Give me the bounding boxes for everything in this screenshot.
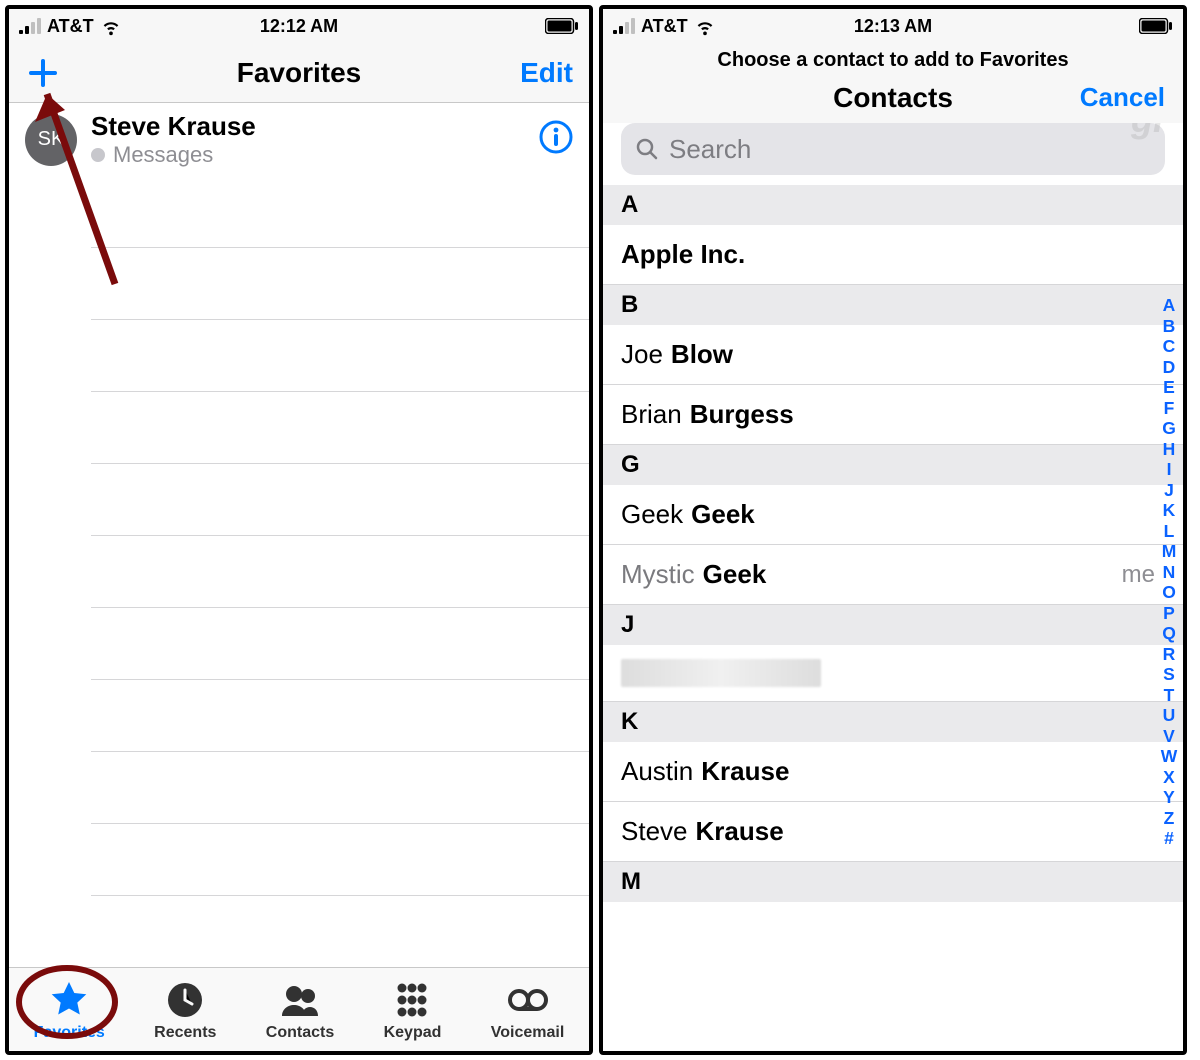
signal-icon <box>19 18 41 34</box>
favorites-list: SK Steve Krause Messages <box>9 103 589 967</box>
search-placeholder: Search <box>669 134 751 165</box>
index-letter[interactable]: Y <box>1163 787 1175 808</box>
tab-recents[interactable]: Recents <box>154 978 216 1042</box>
section-header-b: B <box>603 285 1183 325</box>
index-letter[interactable]: Q <box>1162 623 1176 644</box>
index-letter[interactable]: F <box>1164 398 1175 419</box>
contacts-title: Contacts <box>833 82 953 114</box>
page-title: Favorites <box>237 57 362 89</box>
contact-row[interactable]: SteveKrause <box>603 802 1183 862</box>
keypad-icon <box>390 978 434 1022</box>
phone-contacts-picker: AT&T 12:13 AM Choose a contact to add to… <box>599 5 1187 1055</box>
status-bar: AT&T 12:12 AM <box>9 9 589 43</box>
signal-icon <box>613 18 635 34</box>
contact-subtitle: Messages <box>91 142 525 168</box>
cancel-button[interactable]: Cancel <box>1080 82 1165 113</box>
index-letter[interactable]: E <box>1163 377 1175 398</box>
section-header-k: K <box>603 702 1183 742</box>
clock-icon <box>163 978 207 1022</box>
contact-row-redacted[interactable] <box>603 645 1183 702</box>
index-letter[interactable]: A <box>1163 295 1176 316</box>
contact-row[interactable]: Apple Inc. <box>603 225 1183 285</box>
index-letter[interactable]: G <box>1162 418 1176 439</box>
add-button[interactable] <box>25 55 61 91</box>
contact-name: Steve Krause <box>91 111 525 142</box>
index-letter[interactable]: O <box>1162 582 1176 603</box>
avatar: SK <box>25 114 77 166</box>
index-letter[interactable]: W <box>1161 746 1178 767</box>
section-header-g: G <box>603 445 1183 485</box>
contacts-list: A Apple Inc. B JoeBlow BrianBurgess G Ge… <box>603 185 1183 1051</box>
index-letter[interactable]: M <box>1162 541 1177 562</box>
bullet-icon <box>91 148 105 162</box>
picker-prompt: Choose a contact to add to Favorites <box>603 43 1183 82</box>
index-letter[interactable]: J <box>1164 480 1174 501</box>
index-letter[interactable]: T <box>1164 685 1175 706</box>
index-letter[interactable]: X <box>1163 767 1175 788</box>
search-input[interactable]: Search <box>621 123 1165 175</box>
phone-favorites: AT&T 12:12 AM Favorites Edit SK St <box>5 5 593 1055</box>
empty-rows <box>9 176 589 896</box>
battery-icon <box>1139 18 1173 34</box>
battery-icon <box>545 18 579 34</box>
index-letter[interactable]: D <box>1163 357 1176 378</box>
contact-row[interactable]: GeekGeek <box>603 485 1183 545</box>
index-letter[interactable]: P <box>1163 603 1175 624</box>
search-icon <box>635 137 659 161</box>
wifi-icon <box>100 15 122 37</box>
section-header-a: A <box>603 185 1183 225</box>
clock-label: 12:12 AM <box>260 16 338 37</box>
carrier-label: AT&T <box>641 16 688 37</box>
status-bar: AT&T 12:13 AM <box>603 9 1183 43</box>
section-header-m: M <box>603 862 1183 902</box>
me-label: me <box>1122 561 1155 589</box>
star-icon <box>47 978 91 1022</box>
index-letter[interactable]: U <box>1163 705 1176 726</box>
index-letter[interactable]: S <box>1163 664 1175 685</box>
index-letter[interactable]: B <box>1163 316 1176 337</box>
tab-contacts[interactable]: Contacts <box>266 978 334 1042</box>
tab-keypad[interactable]: Keypad <box>384 978 442 1042</box>
index-letter[interactable]: N <box>1163 562 1176 583</box>
index-letter[interactable]: R <box>1163 644 1176 665</box>
contact-row[interactable]: AustinKrause <box>603 742 1183 802</box>
tab-voicemail[interactable]: Voicemail <box>491 978 565 1042</box>
navbar: Favorites Edit <box>9 43 589 103</box>
section-header-j: J <box>603 605 1183 645</box>
index-letter[interactable]: H <box>1163 439 1176 460</box>
index-letter[interactable]: Z <box>1164 808 1175 829</box>
contact-row[interactable]: MysticGeekme <box>603 545 1183 605</box>
index-letter[interactable]: K <box>1163 500 1176 521</box>
index-letter[interactable]: V <box>1163 726 1175 747</box>
contact-row[interactable]: BrianBurgess <box>603 385 1183 445</box>
index-letter[interactable]: I <box>1167 459 1172 480</box>
info-button[interactable] <box>539 120 573 159</box>
alphabet-index[interactable]: ABCDEFGHIJKLMNOPQRSTUVWXYZ# <box>1157 295 1181 1041</box>
tab-favorites[interactable]: Favorites <box>34 978 105 1042</box>
voicemail-icon <box>506 978 550 1022</box>
index-letter[interactable]: L <box>1164 521 1175 542</box>
edit-button[interactable]: Edit <box>520 57 573 89</box>
tab-bar: Favorites Recents Contacts <box>9 967 589 1051</box>
contacts-nav: Contacts Cancel <box>603 82 1183 123</box>
wifi-icon <box>694 15 716 37</box>
clock-label: 12:13 AM <box>854 16 932 37</box>
index-letter[interactable]: # <box>1164 828 1174 849</box>
contact-row[interactable]: JoeBlow <box>603 325 1183 385</box>
favorite-row[interactable]: SK Steve Krause Messages <box>9 103 589 176</box>
carrier-label: AT&T <box>47 16 94 37</box>
index-letter[interactable]: C <box>1163 336 1176 357</box>
redacted-name <box>621 659 821 687</box>
contacts-icon <box>278 978 322 1022</box>
